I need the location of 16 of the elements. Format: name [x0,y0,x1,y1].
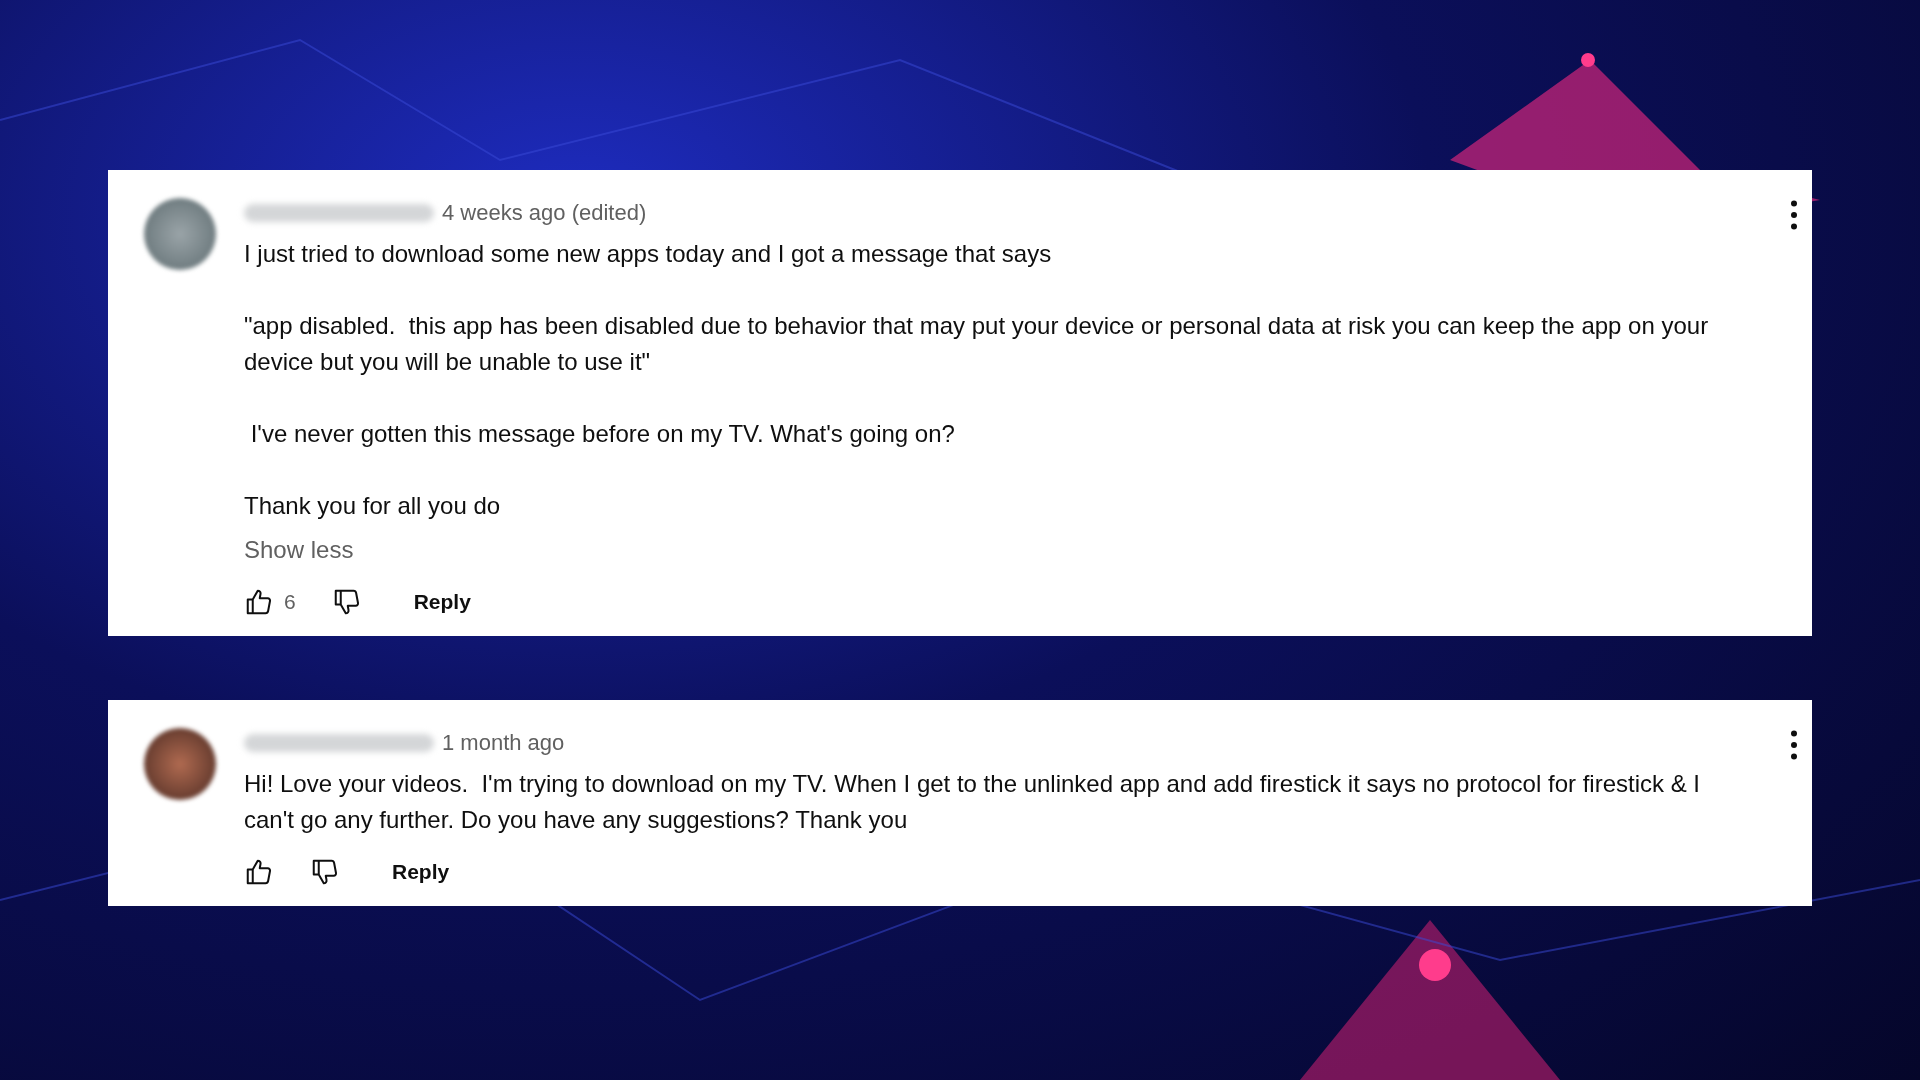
avatar-placeholder [144,198,216,270]
like-count: 6 [284,590,296,614]
more-options-icon[interactable] [1790,730,1798,760]
comment-text: I just tried to download some new apps today and I got a message that says [244,239,1053,269]
thumbs-up-icon[interactable] [244,857,274,887]
avatar-placeholder [144,728,216,800]
comment-time: 4 weeks ago (edited) [442,200,647,226]
comment-time: 1 month ago [442,730,565,756]
more-options-icon[interactable] [1790,200,1798,230]
comment-text: Thank you for all you do [244,491,502,521]
comment-text: Hi! Love your videos. I'm trying to download on my TV. When I get to the unlinked app and add firestick it says no protocol for firestick & I can't go any further. Do you have any suggestions? Thank you [244,769,1701,835]
comment-text: I've never gotten this message before on my TV. What's going on? [249,419,956,449]
thumbs-down-icon[interactable] [310,857,340,887]
comment-text: "app disabled. this app has been disabled due to behavior that may put your device or personal data at risk you can keep the app on your device but you will be unable to use it" [244,311,1710,377]
show-less-link[interactable]: Show less [244,532,354,568]
thumbs-up-icon[interactable] [244,587,274,617]
